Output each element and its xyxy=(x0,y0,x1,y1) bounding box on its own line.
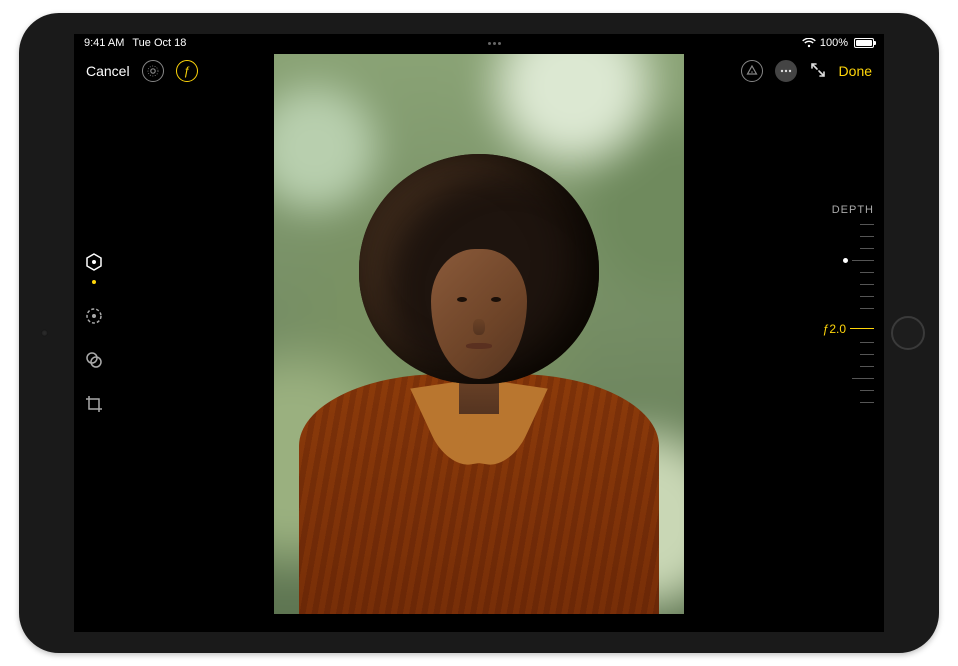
photo-canvas[interactable] xyxy=(274,54,684,614)
fullscreen-button[interactable] xyxy=(809,61,827,82)
markup-button[interactable] xyxy=(741,60,763,82)
wifi-icon xyxy=(802,38,816,48)
depth-aperture-button[interactable]: ƒ xyxy=(176,60,198,82)
battery-percent: 100% xyxy=(820,37,848,49)
status-date: Tue Oct 18 xyxy=(132,37,186,49)
adjust-tool[interactable] xyxy=(82,304,106,328)
active-tool-dot-icon xyxy=(92,280,96,284)
more-button[interactable] xyxy=(775,60,797,82)
portrait-lighting-tool[interactable] xyxy=(82,250,106,274)
depth-value: ƒ2.0 xyxy=(823,322,846,336)
edit-tool-rail xyxy=(82,250,106,416)
screen: 9:41 AM Tue Oct 18 100% Cancel xyxy=(74,34,884,632)
front-camera-dot xyxy=(41,330,48,337)
ipad-device-frame: 9:41 AM Tue Oct 18 100% Cancel xyxy=(19,13,939,653)
battery-icon xyxy=(852,38,874,48)
status-bar: 9:41 AM Tue Oct 18 100% xyxy=(74,34,884,52)
multitask-dots[interactable] xyxy=(186,42,801,45)
depth-indicator-dot-icon xyxy=(843,258,848,263)
crop-tool[interactable] xyxy=(82,392,106,416)
status-time: 9:41 AM xyxy=(84,37,124,49)
f-icon: ƒ xyxy=(183,65,190,77)
portrait-subject xyxy=(299,134,659,614)
done-button[interactable]: Done xyxy=(839,63,872,79)
cancel-button[interactable]: Cancel xyxy=(86,63,130,79)
depth-control-panel: DEPTH ƒ2.0 xyxy=(814,204,874,404)
depth-slider[interactable]: ƒ2.0 xyxy=(834,224,874,404)
home-button[interactable] xyxy=(891,316,925,350)
depth-value-tick-icon xyxy=(850,328,874,329)
live-photo-button[interactable] xyxy=(142,60,164,82)
depth-label: DEPTH xyxy=(832,204,874,216)
filters-tool[interactable] xyxy=(82,348,106,372)
